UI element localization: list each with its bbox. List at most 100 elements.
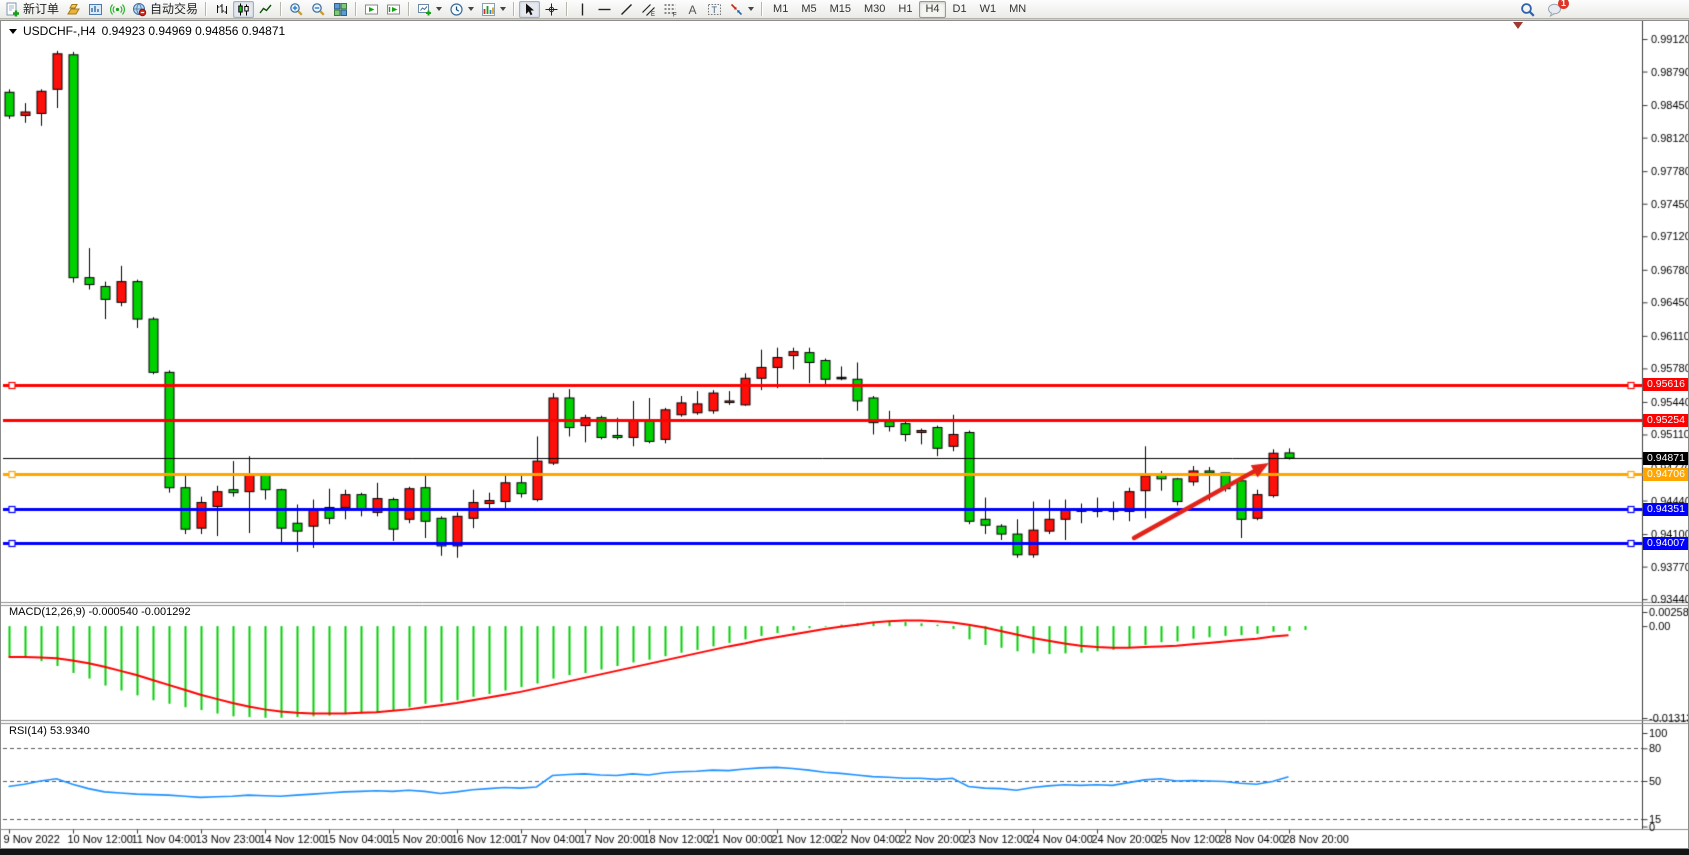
chart-shift-icon [386, 2, 401, 17]
price-line-badge[interactable]: 0.94871 [1643, 452, 1688, 465]
timeframe-button-H4[interactable]: H4 [919, 1, 945, 18]
equidistant-channel-tool-button[interactable]: E [638, 1, 659, 18]
toolbar-separator [355, 2, 357, 16]
zoom-in-button[interactable] [286, 1, 307, 18]
market-watch-button[interactable] [85, 1, 106, 18]
ohlc-bars-icon [214, 2, 229, 17]
crosshair-icon [544, 2, 559, 17]
zoom-out-icon [311, 2, 326, 17]
indicators-button[interactable] [478, 1, 509, 18]
horizontal-line-icon [597, 2, 612, 17]
text-tool-button[interactable]: A [682, 1, 703, 18]
periods-button[interactable] [446, 1, 477, 18]
timeframe-button-M30[interactable]: M30 [858, 1, 891, 18]
autotrading-label: 自动交易 [150, 1, 198, 18]
svg-text:A: A [689, 3, 697, 17]
auto-scroll-icon [364, 2, 379, 17]
signal-icon [110, 2, 125, 17]
rsi-name: RSI(14) [9, 725, 47, 737]
text-label-icon: T [707, 2, 722, 17]
chart-ohlc-values: 0.94923 0.94969 0.94856 0.94871 [102, 24, 286, 38]
taskbar-strip [0, 849, 1689, 855]
fibonacci-tool-button[interactable]: F [660, 1, 681, 18]
toolbar-separator [513, 2, 515, 16]
line-chart-icon [258, 2, 273, 17]
mt4-application: { "toolbar": { "new_order_label": "新订单",… [0, 0, 1689, 855]
price-line-badge[interactable]: 0.94007 [1643, 537, 1688, 550]
mac d-values: -0.000540 -0.001292 [88, 606, 190, 618]
collapse-triangle-icon[interactable] [9, 29, 17, 34]
crosshair-tool-button[interactable] [541, 1, 562, 18]
indicators-icon [481, 2, 496, 17]
svg-text:F: F [673, 12, 677, 17]
chart-title: USDCHF-,H4 0.94923 0.94969 0.94856 0.948… [9, 24, 285, 38]
price-line-badge[interactable]: 0.95254 [1643, 414, 1688, 427]
rsi-value: 53.9340 [50, 725, 90, 737]
timeframe-button-H1[interactable]: H1 [892, 1, 918, 18]
price-line-badge[interactable]: 0.95616 [1643, 378, 1688, 391]
timeframe-button-W1[interactable]: W1 [974, 1, 1003, 18]
tile-windows-button[interactable] [330, 1, 351, 18]
toolbar-separator [408, 2, 410, 16]
timeframe-button-M15[interactable]: M15 [824, 1, 857, 18]
arrows-dropdown-caret [748, 7, 754, 11]
arrows-tool-button[interactable] [726, 1, 757, 18]
timeframe-group: M1M5M15M30H1H4D1W1MN [767, 1, 1032, 18]
svg-text:E: E [651, 12, 655, 17]
signals-button[interactable] [107, 1, 128, 18]
periods-clock-icon [449, 2, 464, 17]
trendline-icon [619, 2, 634, 17]
chart-symbol-period: USDCHF-,H4 [23, 24, 96, 38]
chart-plot[interactable] [1, 21, 1688, 847]
vertical-line-icon [575, 2, 590, 17]
chart-window-icon [88, 2, 103, 17]
gold-instrument-button[interactable] [63, 1, 84, 18]
arrow-objects-icon [729, 2, 744, 17]
text-tool-icon: A [685, 2, 700, 17]
timeframe-button-D1[interactable]: D1 [947, 1, 973, 18]
notifications-button[interactable]: 1 [1544, 1, 1565, 18]
timeframe-button-M1[interactable]: M1 [767, 1, 794, 18]
vertical-line-tool-button[interactable] [572, 1, 593, 18]
tile-windows-icon [333, 2, 348, 17]
horizontal-line-tool-button[interactable] [594, 1, 615, 18]
trendline-tool-button[interactable] [616, 1, 637, 18]
new-chart-dropdown-caret [436, 7, 442, 11]
cursor-arrow-icon [522, 2, 537, 17]
search-button[interactable] [1517, 1, 1538, 18]
periods-dropdown-caret [468, 7, 474, 11]
macd-name: MACD(12,26,9) [9, 606, 85, 618]
new-order-icon [5, 2, 20, 17]
chart-shift-button[interactable] [383, 1, 404, 18]
search-icon [1520, 2, 1535, 17]
auto-scroll-button[interactable] [361, 1, 382, 18]
rsi-indicator-label: RSI(14) 53.9340 [9, 725, 90, 737]
zoom-out-button[interactable] [308, 1, 329, 18]
main-toolbar: 新订单 自动交易 [0, 0, 1689, 19]
candlestick-chart-icon [236, 2, 251, 17]
price-line-badge[interactable]: 0.94351 [1643, 503, 1688, 516]
text-label-tool-button[interactable]: T [704, 1, 725, 18]
zoom-in-icon [289, 2, 304, 17]
chart-window: USDCHF-,H4 0.94923 0.94969 0.94856 0.948… [0, 20, 1689, 849]
timeframe-button-M5[interactable]: M5 [795, 1, 822, 18]
new-chart-button[interactable] [414, 1, 445, 18]
new-order-button[interactable]: 新订单 [2, 1, 62, 18]
toolbar-separator [761, 2, 763, 16]
cursor-tool-button[interactable] [519, 1, 540, 18]
indicators-dropdown-caret [500, 7, 506, 11]
timeframe-button-MN[interactable]: MN [1003, 1, 1032, 18]
autotrading-button[interactable]: 自动交易 [129, 1, 201, 18]
chart-shift-marker[interactable] [1513, 22, 1523, 29]
new-order-label: 新订单 [23, 1, 59, 18]
autotrade-globe-icon [132, 2, 147, 17]
price-line-badge[interactable]: 0.94706 [1643, 468, 1688, 481]
bar-chart-mode-button[interactable] [211, 1, 232, 18]
candlestick-mode-button[interactable] [233, 1, 254, 18]
toolbar-separator [280, 2, 282, 16]
equidistant-channel-icon: E [641, 2, 656, 17]
notification-badge: 1 [1558, 0, 1569, 9]
gold-bullion-icon [66, 2, 81, 17]
line-chart-mode-button[interactable] [255, 1, 276, 18]
new-chart-icon [417, 2, 432, 17]
